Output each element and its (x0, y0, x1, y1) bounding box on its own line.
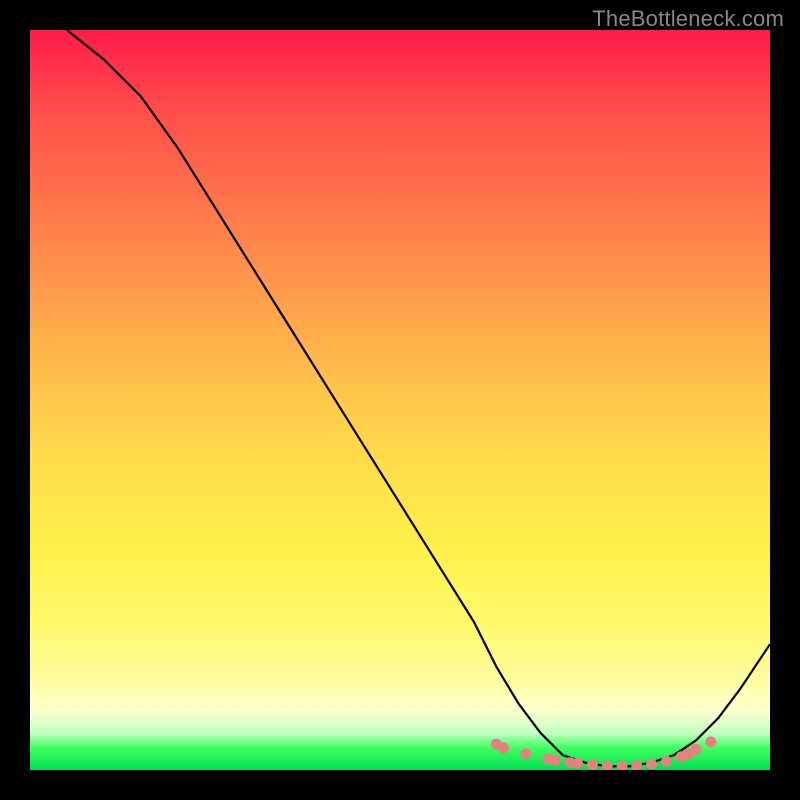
bottleneck-curve (67, 30, 770, 766)
sweet-spot-dot (631, 760, 642, 770)
sweet-spot-dot (498, 742, 509, 753)
sweet-spot-dot (520, 748, 531, 759)
chart-plot-area (30, 30, 770, 770)
sweet-spot-dot (705, 736, 716, 747)
sweet-spot-dot (646, 759, 657, 770)
sweet-spot-dot (602, 761, 613, 770)
sweet-spot-dot (691, 744, 702, 755)
sweet-spot-dots (491, 736, 717, 770)
sweet-spot-dot (617, 761, 628, 770)
sweet-spot-dot (572, 758, 583, 769)
watermark-text: TheBottleneck.com (592, 6, 784, 32)
sweet-spot-dot (587, 759, 598, 770)
sweet-spot-dot (661, 756, 672, 767)
chart-svg (30, 30, 770, 770)
sweet-spot-dot (550, 755, 561, 766)
